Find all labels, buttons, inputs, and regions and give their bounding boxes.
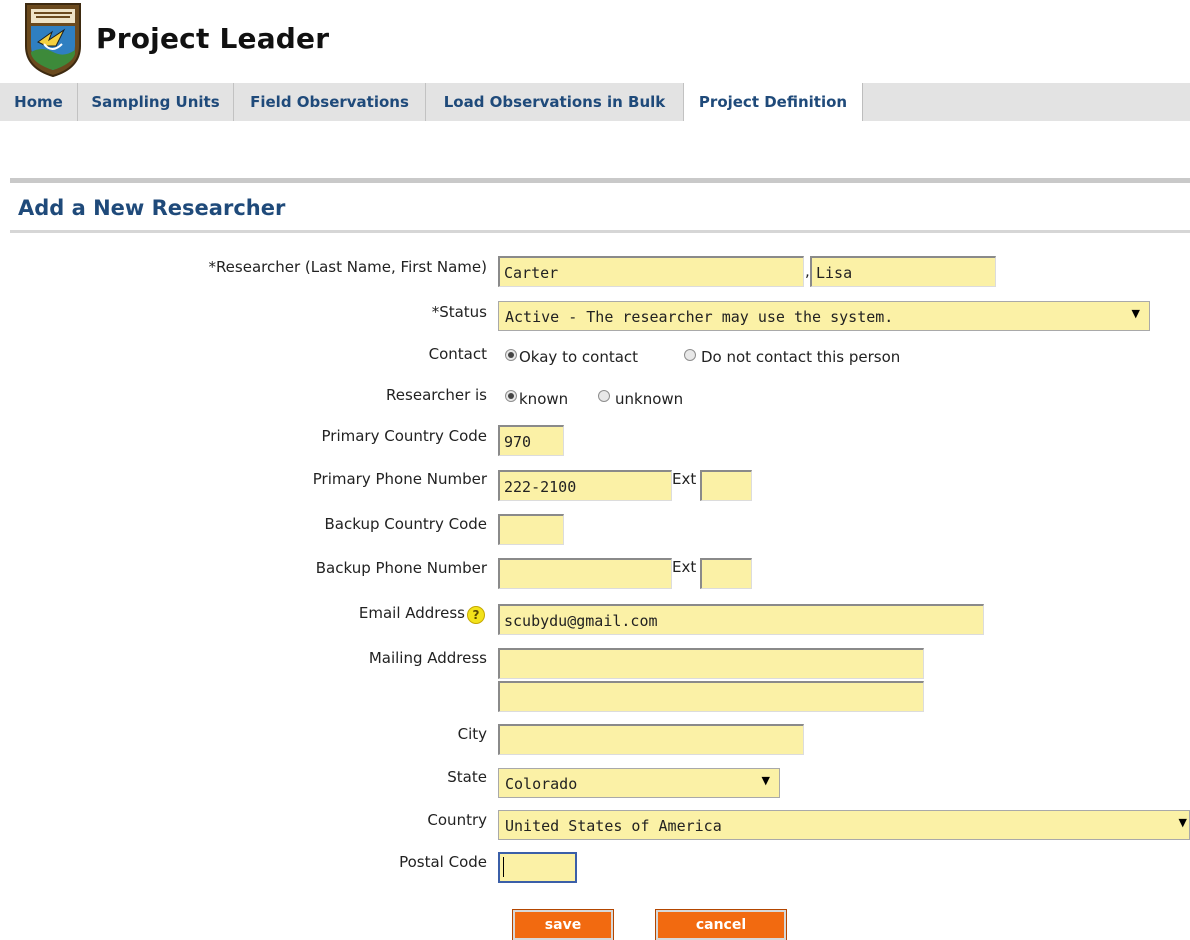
- mailing-address-line1-field[interactable]: [498, 648, 924, 679]
- country-selected-value: United States of America: [505, 817, 722, 835]
- tab-project-definition[interactable]: Project Definition: [684, 83, 863, 121]
- backup-country-code-label: Backup Country Code: [324, 515, 487, 533]
- primary-ext-field[interactable]: [700, 470, 752, 501]
- tab-load-observations-in-bulk[interactable]: Load Observations in Bulk: [426, 83, 684, 121]
- known-label: known: [519, 390, 569, 408]
- help-question-icon[interactable]: ?: [467, 606, 485, 624]
- section-divider-top: [10, 178, 1190, 183]
- backup-phone-field[interactable]: [498, 558, 672, 589]
- email-field[interactable]: scubydu@gmail.com: [498, 604, 984, 635]
- primary-ext-label: Ext: [672, 470, 697, 488]
- tab-sampling-units[interactable]: Sampling Units: [78, 83, 234, 121]
- backup-ext-label: Ext: [672, 558, 697, 576]
- radio-known[interactable]: [505, 390, 517, 402]
- city-field[interactable]: [498, 724, 804, 755]
- mailing-address-label: Mailing Address: [368, 649, 487, 667]
- cancel-button[interactable]: cancel: [655, 909, 787, 940]
- last-name-field[interactable]: Carter: [498, 256, 804, 287]
- contact-label: Contact: [428, 345, 487, 363]
- postal-code-field[interactable]: [498, 852, 577, 883]
- okay-to-contact-label: Okay to contact: [519, 348, 639, 366]
- first-name-field[interactable]: Lisa: [810, 256, 996, 287]
- agency-emblem-icon: [22, 2, 84, 78]
- primary-phone-field[interactable]: 222-2100: [498, 470, 672, 501]
- primary-country-code-label: Primary Country Code: [321, 427, 488, 445]
- app-title: Project Leader: [96, 22, 330, 55]
- primary-country-code-field[interactable]: 970: [498, 425, 564, 456]
- radio-do-not-contact[interactable]: [684, 349, 696, 361]
- status-selected-value: Active - The researcher may use the syst…: [505, 308, 894, 326]
- radio-okay-to-contact[interactable]: [505, 349, 517, 361]
- chevron-down-icon: ▼: [1178, 816, 1187, 829]
- tab-home[interactable]: Home: [0, 83, 78, 121]
- state-select[interactable]: Colorado ▼: [498, 768, 780, 798]
- country-select[interactable]: United States of America ▼: [498, 810, 1190, 840]
- backup-country-code-field[interactable]: [498, 514, 564, 545]
- city-label: City: [457, 725, 487, 743]
- backup-ext-field[interactable]: [700, 558, 752, 589]
- page-title: Add a New Researcher: [18, 196, 286, 220]
- backup-phone-label: Backup Phone Number: [315, 559, 487, 577]
- do-not-contact-label: Do not contact this person: [701, 348, 901, 366]
- postal-code-label: Postal Code: [399, 853, 487, 871]
- section-divider-bottom: [10, 230, 1190, 233]
- text-cursor: [503, 857, 504, 877]
- researcher-name-label: *Researcher (Last Name, First Name): [208, 258, 487, 276]
- unknown-label: unknown: [615, 390, 684, 408]
- radio-unknown[interactable]: [598, 390, 610, 402]
- country-label: Country: [427, 811, 487, 829]
- chevron-down-icon: ▼: [1131, 307, 1140, 320]
- researcher-is-label: Researcher is: [386, 386, 487, 404]
- tab-field-observations[interactable]: Field Observations: [234, 83, 426, 121]
- status-label: *Status: [431, 303, 487, 321]
- main-nav-tabs: Home Sampling Units Field Observations L…: [0, 83, 1190, 121]
- save-button[interactable]: save: [512, 909, 614, 940]
- status-select[interactable]: Active - The researcher may use the syst…: [498, 301, 1150, 331]
- state-selected-value: Colorado: [505, 775, 578, 793]
- state-label: State: [447, 768, 487, 786]
- mailing-address-line2-field[interactable]: [498, 681, 924, 712]
- chevron-down-icon: ▼: [761, 774, 770, 787]
- email-label: Email Address: [358, 604, 465, 622]
- primary-phone-label: Primary Phone Number: [312, 470, 487, 488]
